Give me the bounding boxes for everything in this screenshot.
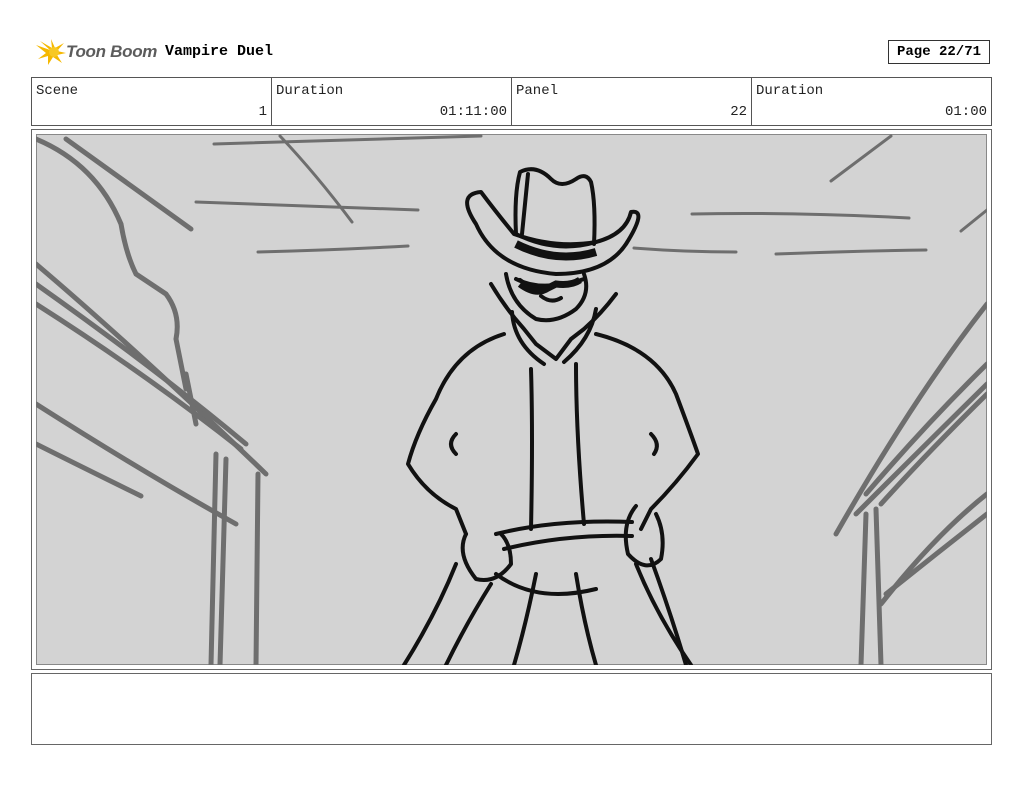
storyboard-panel [31, 129, 992, 670]
panel-cell: Panel 22 [512, 78, 752, 125]
panel-duration-cell: Duration 01:00 [752, 78, 991, 125]
star-burst-icon [36, 39, 66, 65]
panel-duration-value: 01:00 [944, 104, 987, 120]
page-indicator: Page 22/71 [888, 40, 990, 64]
panel-notes-box[interactable] [31, 673, 992, 745]
panel-info-table: Scene 1 Duration 01:11:00 Panel 22 Durat… [31, 77, 992, 126]
scene-duration-cell: Duration 01:11:00 [272, 78, 512, 125]
scene-label: Scene [36, 83, 79, 99]
scene-value: 1 [258, 104, 267, 120]
scene-cell: Scene 1 [32, 78, 272, 125]
panel-duration-label: Duration [756, 83, 824, 99]
panel-label: Panel [516, 83, 559, 99]
project-title: Vampire Duel [165, 43, 274, 60]
logo-text: Toon Boom [66, 42, 158, 61]
panel-value: 22 [730, 104, 747, 120]
scene-duration-label: Duration [276, 83, 344, 99]
scene-duration-value: 01:11:00 [439, 104, 507, 120]
storyboard-sketch [36, 134, 987, 665]
toon-boom-logo: Toon Boom [34, 37, 158, 67]
